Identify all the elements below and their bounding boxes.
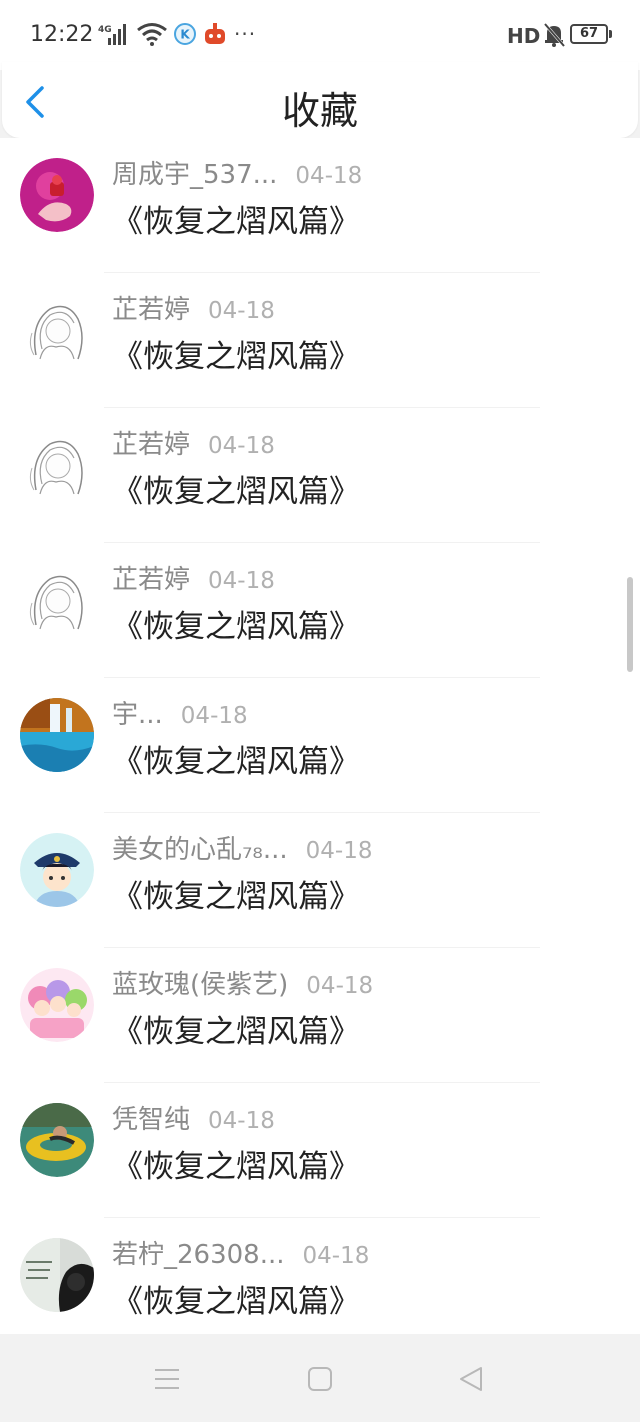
post-title[interactable]: 《恢复之熠风篇》	[112, 1276, 360, 1321]
avatar-sketch-girl-icon[interactable]	[20, 293, 94, 367]
post-title[interactable]: 《恢复之熠风篇》	[112, 1141, 360, 1186]
wifi-icon	[137, 23, 167, 46]
item-date: 04-18	[302, 1243, 370, 1269]
item-date: 04-18	[208, 433, 275, 459]
battery-tip	[609, 30, 612, 38]
username[interactable]: 凭智纯	[112, 1105, 190, 1135]
item-meta: 芷若婷 04-18	[112, 559, 275, 595]
item-meta: 芷若婷 04-18	[112, 289, 275, 325]
item-meta: 芷若婷 04-18	[112, 424, 275, 460]
item-meta: 宇... 04-18	[112, 694, 248, 730]
item-date: 04-18	[208, 1108, 275, 1134]
username[interactable]: 美女的心乱₇₈...	[112, 835, 288, 865]
hd-indicator: HD	[507, 24, 541, 48]
battery-level: 67	[579, 26, 599, 41]
username[interactable]: 若柠_26308...	[112, 1240, 285, 1270]
signal-icon: 4G	[98, 24, 126, 45]
status-bar: 12:22 4G K ··· HD 67	[0, 0, 640, 70]
post-title[interactable]: 《恢复之熠风篇》	[112, 1006, 360, 1051]
svg-text:K: K	[180, 28, 190, 42]
avatar-cartoon-girls-icon[interactable]	[20, 968, 94, 1042]
item-date: 04-18	[306, 973, 374, 999]
list-item[interactable]: 周成宇_537... 04-18 《恢复之熠风篇》	[0, 138, 640, 273]
bell-muted-icon	[543, 23, 566, 47]
more-notifications: ···	[234, 22, 257, 46]
list-item[interactable]: 芷若婷 04-18 《恢复之熠风篇》	[0, 408, 640, 543]
list-item[interactable]: 若柠_26308... 04-18 《恢复之熠风篇》	[0, 1218, 640, 1334]
item-meta: 美女的心乱₇₈... 04-18	[112, 829, 373, 865]
status-time: 12:22	[30, 22, 94, 47]
post-title[interactable]: 《恢复之熠风篇》	[112, 196, 360, 241]
menu-icon[interactable]	[154, 1366, 180, 1392]
avatar-sketch-girl-icon[interactable]	[20, 428, 94, 502]
home-icon[interactable]	[307, 1366, 333, 1392]
item-meta: 凭智纯 04-18	[112, 1099, 275, 1135]
item-meta: 若柠_26308... 04-18	[112, 1234, 370, 1270]
item-meta: 蓝玫瑰(侯紫艺) 04-18	[112, 964, 374, 1000]
username[interactable]: 蓝玫瑰(侯紫艺)	[112, 970, 288, 1000]
item-date: 04-18	[208, 568, 275, 594]
list-item[interactable]: 蓝玫瑰(侯紫艺) 04-18 《恢复之熠风篇》	[0, 948, 640, 1083]
battery-icon: 67	[570, 24, 608, 44]
network-type: 4G	[98, 25, 112, 35]
post-title[interactable]: 《恢复之熠风篇》	[112, 871, 360, 916]
post-title[interactable]: 《恢复之熠风篇》	[112, 601, 360, 646]
username[interactable]: 宇...	[112, 700, 163, 730]
red-app-icon	[205, 23, 225, 44]
list-item[interactable]: 凭智纯 04-18 《恢复之熠风篇》	[0, 1083, 640, 1218]
list-item[interactable]: 芷若婷 04-18 《恢复之熠风篇》	[0, 273, 640, 408]
avatar-waterfall-icon[interactable]	[20, 698, 94, 772]
k-app-icon: K	[174, 23, 196, 45]
post-title[interactable]: 《恢复之熠风篇》	[112, 466, 360, 511]
list-item[interactable]: 芷若婷 04-18 《恢复之熠风篇》	[0, 543, 640, 678]
item-date: 04-18	[180, 703, 248, 729]
avatar-pink-hand-icon[interactable]	[20, 158, 94, 232]
username[interactable]: 芷若婷	[112, 565, 190, 595]
list-item[interactable]: 宇... 04-18 《恢复之熠风篇》	[0, 678, 640, 813]
item-date: 04-18	[305, 838, 373, 864]
avatar-headphones-girl-icon[interactable]	[20, 1238, 94, 1312]
page-title: 收藏	[281, 89, 358, 133]
avatar-swim-ring-icon[interactable]	[20, 1103, 94, 1177]
scrollbar[interactable]	[627, 577, 633, 672]
username[interactable]: 芷若婷	[112, 295, 190, 325]
list-item[interactable]: 美女的心乱₇₈... 04-18 《恢复之熠风篇》	[0, 813, 640, 948]
item-date: 04-18	[295, 163, 363, 189]
avatar-cartoon-officer-icon[interactable]	[20, 833, 94, 907]
username[interactable]: 芷若婷	[112, 430, 190, 460]
system-nav-bar	[0, 1334, 640, 1422]
avatar-sketch-girl-icon[interactable]	[20, 563, 94, 637]
username[interactable]: 周成宇_537...	[112, 160, 277, 190]
favorites-list[interactable]: 周成宇_537... 04-18 《恢复之熠风篇》 芷若婷 04-18 《恢复之熠风…	[0, 138, 640, 1334]
item-meta: 周成宇_537... 04-18	[112, 154, 363, 190]
post-title[interactable]: 《恢复之熠风篇》	[112, 736, 360, 781]
header-bar: 收藏	[2, 62, 638, 138]
item-date: 04-18	[208, 298, 275, 324]
nav-back-icon[interactable]	[458, 1365, 484, 1393]
post-title[interactable]: 《恢复之熠风篇》	[112, 331, 360, 376]
